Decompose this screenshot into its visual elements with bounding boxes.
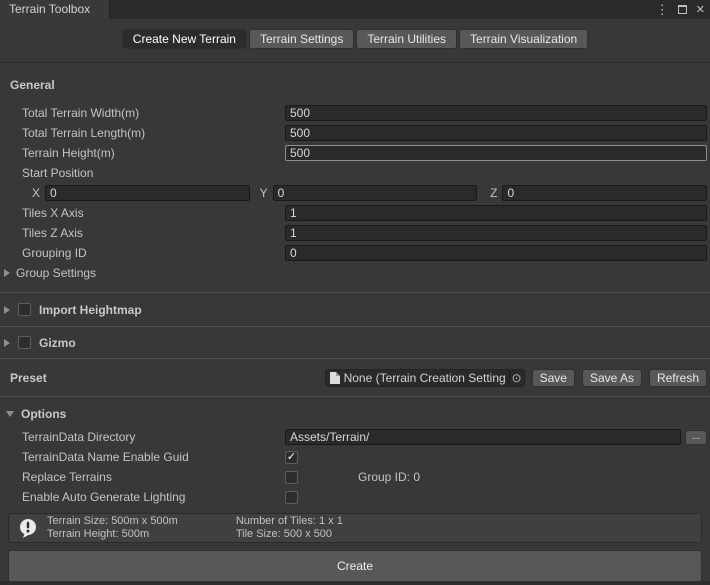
axis-x-label: X — [32, 186, 40, 200]
terrain-height-row: Terrain Height(m) — [0, 143, 710, 163]
tab-terrain-utilities[interactable]: Terrain Utilities — [356, 29, 457, 49]
guid-checkbox-checked[interactable]: ✓ — [285, 451, 298, 464]
tiles-x-input[interactable] — [285, 205, 707, 221]
preset-object-value: None (Terrain Creation Setting — [344, 371, 507, 385]
auto-lighting-label: Enable Auto Generate Lighting — [22, 490, 285, 504]
import-heightmap-label: Import Heightmap — [39, 303, 142, 317]
start-position-xyz-row: X Y Z — [0, 183, 710, 203]
preset-object-field[interactable]: None (Terrain Creation Setting ⊙ — [325, 369, 525, 387]
terrain-height-label: Terrain Height(m) — [22, 146, 285, 160]
group-settings-foldout[interactable]: Group Settings — [0, 263, 710, 283]
start-position-y-input[interactable] — [273, 185, 478, 201]
preset-refresh-button[interactable]: Refresh — [649, 369, 707, 387]
foldout-open-arrow-icon — [6, 411, 14, 417]
options-header: Options — [21, 407, 66, 421]
replace-terrains-label: Replace Terrains — [22, 470, 285, 484]
terrain-height-line: Terrain Height: 500m — [47, 528, 178, 541]
group-settings-label: Group Settings — [16, 266, 96, 280]
tiles-x-label: Tiles X Axis — [22, 206, 285, 220]
tiles-z-row: Tiles Z Axis — [0, 223, 710, 243]
window-title: Terrain Toolbox — [9, 2, 90, 16]
tiles-z-input[interactable] — [285, 225, 707, 241]
general-section-header: General — [10, 78, 710, 92]
guid-label: TerrainData Name Enable Guid — [22, 450, 285, 464]
tab-terrain-settings[interactable]: Terrain Settings — [249, 29, 354, 49]
window-tab-strip: Terrain Toolbox ⋮ ✕ — [0, 0, 710, 19]
tiles-x-row: Tiles X Axis — [0, 203, 710, 223]
terrain-toolbox-window: Terrain Toolbox ⋮ ✕ Create New Terrain T… — [0, 0, 710, 585]
tile-info: Number of Tiles: 1 x 1 Tile Size: 500 x … — [236, 515, 343, 541]
axis-y-label: Y — [260, 186, 268, 200]
asset-file-icon — [330, 372, 340, 384]
section-divider — [0, 396, 710, 397]
auto-lighting-checkbox[interactable] — [285, 491, 298, 504]
window-tab-terrain-toolbox[interactable]: Terrain Toolbox — [0, 0, 110, 19]
start-position-z-input[interactable] — [502, 185, 707, 201]
grouping-id-label: Grouping ID — [22, 246, 285, 260]
browse-directory-button[interactable]: ... — [685, 430, 707, 445]
checkmark-icon: ✓ — [287, 452, 296, 463]
preset-label: Preset — [10, 371, 47, 385]
gizmo-checkbox[interactable] — [18, 336, 31, 349]
gizmo-label: Gizmo — [39, 336, 76, 350]
terrain-width-input[interactable] — [285, 105, 707, 121]
preset-row: Preset None (Terrain Creation Setting ⊙ … — [0, 359, 710, 396]
terrain-size-info: Terrain Size: 500m x 500m Terrain Height… — [47, 515, 178, 541]
tab-terrain-visualization[interactable]: Terrain Visualization — [459, 29, 588, 49]
guid-row: TerrainData Name Enable Guid ✓ — [0, 447, 710, 467]
create-button[interactable]: Create — [8, 550, 702, 582]
replace-terrains-checkbox[interactable] — [285, 471, 298, 484]
grouping-id-row: Grouping ID — [0, 243, 710, 263]
gizmo-section[interactable]: Gizmo — [0, 327, 710, 358]
terrain-width-label: Total Terrain Width(m) — [22, 106, 285, 120]
replace-terrains-row: Replace Terrains Group ID: 0 — [0, 467, 710, 487]
foldout-arrow-icon — [4, 306, 10, 314]
options-foldout[interactable]: Options — [6, 407, 710, 421]
foldout-arrow-icon — [4, 339, 10, 347]
close-icon[interactable]: ✕ — [696, 3, 705, 16]
terraindata-directory-row: TerrainData Directory ... — [0, 427, 710, 447]
start-position-x-input[interactable] — [45, 185, 250, 201]
tile-size-line: Tile Size: 500 x 500 — [236, 528, 343, 541]
toolbox-tab-bar: Create New Terrain Terrain Settings Terr… — [0, 19, 710, 62]
auto-lighting-row: Enable Auto Generate Lighting — [0, 487, 710, 507]
terrain-size-line: Terrain Size: 500m x 500m — [47, 515, 178, 528]
object-picker-icon[interactable]: ⊙ — [509, 371, 522, 385]
axis-z-label: Z — [490, 186, 497, 200]
terrain-length-input[interactable] — [285, 125, 707, 141]
start-position-row: Start Position — [0, 163, 710, 183]
terrain-height-input[interactable] — [285, 145, 707, 161]
terraindata-directory-input[interactable] — [285, 429, 681, 445]
tab-create-new-terrain[interactable]: Create New Terrain — [122, 29, 247, 49]
options-rows: TerrainData Directory ... TerrainData Na… — [0, 427, 710, 507]
tiles-z-label: Tiles Z Axis — [22, 226, 285, 240]
maximize-icon[interactable] — [678, 5, 687, 14]
terrain-length-row: Total Terrain Length(m) — [0, 123, 710, 143]
preset-save-button[interactable]: Save — [532, 369, 575, 387]
import-heightmap-checkbox[interactable] — [18, 303, 31, 316]
terrain-info-helpbox: Terrain Size: 500m x 500m Terrain Height… — [8, 513, 702, 543]
grouping-id-input[interactable] — [285, 245, 707, 261]
preset-save-as-button[interactable]: Save As — [582, 369, 642, 387]
general-rows: Total Terrain Width(m) Total Terrain Len… — [0, 103, 710, 283]
foldout-arrow-icon — [4, 269, 10, 277]
import-heightmap-section[interactable]: Import Heightmap — [0, 293, 710, 326]
terraindata-directory-label: TerrainData Directory — [22, 430, 285, 444]
terrain-length-label: Total Terrain Length(m) — [22, 126, 285, 140]
toolbar-divider — [0, 62, 710, 63]
info-bubble-icon — [18, 518, 38, 538]
start-position-label: Start Position — [22, 166, 285, 180]
number-of-tiles-line: Number of Tiles: 1 x 1 — [236, 515, 343, 528]
window-controls: ⋮ ✕ — [656, 0, 705, 19]
window-menu-icon[interactable]: ⋮ — [656, 3, 669, 16]
terrain-width-row: Total Terrain Width(m) — [0, 103, 710, 123]
group-id-text: Group ID: 0 — [358, 470, 420, 484]
